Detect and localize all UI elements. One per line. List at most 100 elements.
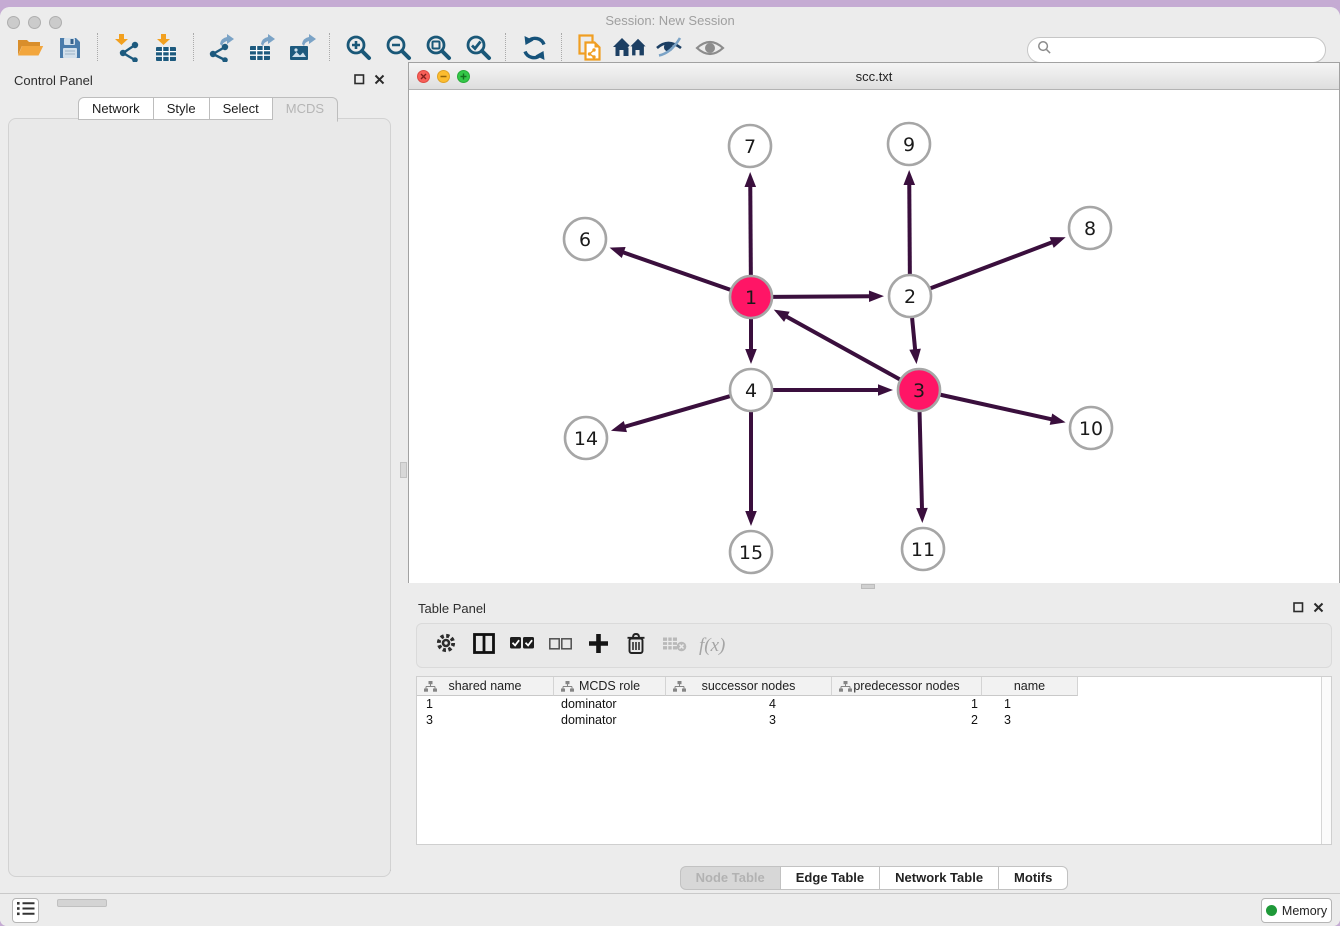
control-panel: Control Panel NetworkStyleSelectMCDS Opt… (0, 62, 399, 886)
control-panel-tabs: NetworkStyleSelectMCDS (78, 97, 338, 122)
close-panel-icon[interactable] (374, 72, 385, 90)
tab-network-table[interactable]: Network Table (880, 866, 999, 890)
gear-icon (435, 632, 457, 659)
graph-arrowhead-2-9 (903, 170, 915, 185)
graph-edge-2-9[interactable] (909, 182, 910, 274)
graph-edge-1-2[interactable] (773, 296, 872, 297)
table-body: 1dominator4113dominator323 (417, 696, 1331, 728)
float-panel-icon[interactable] (354, 72, 365, 90)
table-cell[interactable]: 3 (417, 712, 554, 728)
delete-table-icon (662, 635, 687, 657)
column-header-predecessor-nodes[interactable]: predecessor nodes (832, 677, 982, 696)
graph-edge-3-1[interactable] (784, 315, 900, 379)
function-builder-button[interactable]: f(x) (697, 631, 725, 661)
plus-icon (588, 633, 609, 659)
list-icon (17, 901, 35, 921)
table-cell[interactable]: 1 (832, 696, 982, 712)
graph-arrowhead-3-1 (774, 310, 790, 322)
table-cell[interactable]: dominator (554, 696, 666, 712)
table-row[interactable]: 1dominator411 (417, 696, 1331, 712)
graph-arrowhead-2-8 (1050, 237, 1066, 248)
control-panel-title: Control Panel (14, 73, 93, 88)
graph-node-label-6: 6 (579, 229, 591, 251)
graph-arrowhead-4-15 (745, 511, 757, 526)
graph-edge-4-14[interactable] (622, 396, 729, 427)
network-window-title: scc.txt (409, 69, 1339, 84)
tab-motifs[interactable]: Motifs (999, 866, 1068, 890)
table-cell[interactable]: dominator (554, 712, 666, 728)
graph-node-label-8: 8 (1084, 218, 1096, 240)
column-header-shared-name[interactable]: shared name (417, 677, 554, 696)
create-column-button[interactable] (583, 631, 613, 661)
tab-select[interactable]: Select (210, 97, 273, 120)
task-history-button[interactable] (12, 898, 39, 923)
table-cell[interactable]: 1 (982, 696, 1078, 712)
table-cell[interactable]: 3 (982, 712, 1078, 728)
houses-icon (613, 36, 647, 64)
graph-arrowhead-4-3 (878, 384, 893, 396)
memory-status-dot (1266, 905, 1277, 916)
application-window: Session: New Session (0, 7, 1340, 926)
table-options-button[interactable] (431, 631, 461, 661)
graph-arrowhead-4-14 (611, 421, 627, 432)
tab-style[interactable]: Style (154, 97, 210, 120)
select-all-columns-button[interactable] (507, 631, 537, 661)
delete-columns-button[interactable] (621, 631, 651, 661)
graph-node-label-9: 9 (903, 134, 915, 156)
eye-icon (695, 38, 725, 63)
save-floppy-icon (58, 36, 82, 65)
tab-network[interactable]: Network (78, 97, 154, 120)
table-header-row: shared nameMCDS rolesuccessor nodesprede… (417, 677, 1078, 696)
close-panel-icon[interactable] (1313, 600, 1324, 618)
splitter-grip[interactable] (400, 462, 407, 478)
unchecked-boxes-icon (549, 637, 572, 655)
unselect-all-columns-button[interactable] (545, 631, 575, 661)
graph-arrowhead-1-2 (869, 290, 884, 302)
checked-boxes-icon (510, 636, 534, 655)
table-panel-title: Table Panel (418, 601, 486, 616)
fx-icon: f(x) (699, 635, 725, 657)
float-panel-icon[interactable] (1293, 600, 1304, 618)
table-row[interactable]: 3dominator323 (417, 712, 1331, 728)
column-header-successor-nodes[interactable]: successor nodes (666, 677, 832, 696)
memory-label: Memory (1282, 904, 1327, 918)
table-cell[interactable]: 1 (417, 696, 554, 712)
table-scrollbar[interactable] (1321, 677, 1331, 844)
table-cell[interactable]: 3 (666, 712, 832, 728)
graph-node-label-14: 14 (574, 428, 598, 450)
search-input[interactable] (1058, 42, 1325, 59)
graph-svg[interactable]: 7968124314101511 (409, 90, 1339, 589)
network-window-titlebar: scc.txt (409, 63, 1339, 90)
table-cell[interactable]: 2 (832, 712, 982, 728)
table-cell[interactable]: 4 (666, 696, 832, 712)
graph-edge-1-7[interactable] (750, 184, 751, 275)
tab-node-table[interactable]: Node Table (680, 866, 781, 890)
table-panel: Table Panel f(x) shared nameMCDS rolesuc… (408, 589, 1340, 886)
graph-arrowhead-3-11 (916, 508, 928, 523)
titlebar: Session: New Session (0, 7, 1340, 32)
statusbar-grip[interactable] (57, 899, 107, 907)
search-field[interactable] (1027, 37, 1326, 63)
graph-edge-3-11[interactable] (920, 412, 922, 511)
graph-arrowhead-2-3 (909, 349, 921, 364)
tab-edge-table[interactable]: Edge Table (781, 866, 880, 890)
show-columns-button[interactable] (469, 631, 499, 661)
memory-button[interactable]: Memory (1261, 898, 1332, 923)
column-header-MCDS-role[interactable]: MCDS role (554, 677, 666, 696)
eye-slash-icon (655, 36, 685, 65)
graph-edge-2-8[interactable] (931, 241, 1055, 288)
status-bar: Memory (0, 893, 1340, 926)
network-view-window: scc.txt 7968124314101511 (408, 62, 1340, 590)
tab-mcds[interactable]: MCDS (273, 97, 338, 122)
column-header-name[interactable]: name (982, 677, 1078, 696)
graph-edge-2-3[interactable] (912, 318, 915, 352)
graph-node-label-4: 4 (745, 380, 757, 402)
graph-arrowhead-1-4 (745, 349, 757, 364)
table-toolbar: f(x) (416, 623, 1332, 668)
delete-table-button[interactable] (659, 631, 689, 661)
graph-node-label-11: 11 (911, 539, 935, 561)
refresh-icon (521, 35, 548, 66)
graph-edge-3-10[interactable] (940, 395, 1053, 420)
vertical-splitter[interactable] (399, 62, 408, 886)
graph-edge-1-6[interactable] (621, 252, 730, 290)
